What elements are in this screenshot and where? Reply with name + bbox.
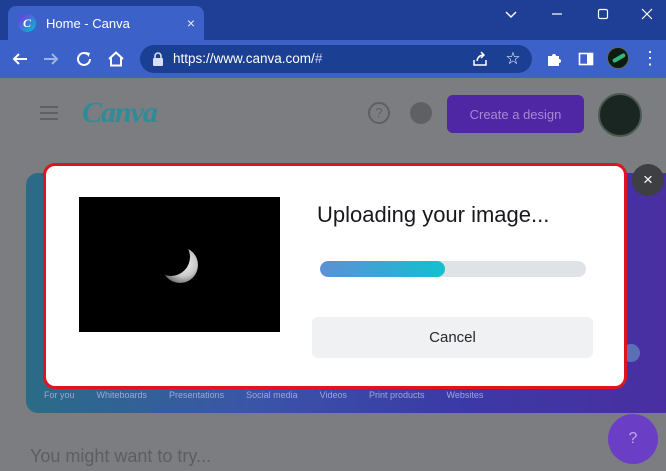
address-toolbar: https://www.canva.com/# ☆ (0, 40, 666, 78)
canva-logo[interactable]: Canva (82, 96, 158, 130)
window-close-icon[interactable] (624, 0, 666, 28)
home-icon[interactable] (105, 48, 127, 70)
more-vert-icon[interactable]: ⋮ (641, 48, 659, 68)
maximize-icon[interactable] (580, 0, 626, 28)
close-dialog-icon[interactable]: × (632, 164, 664, 196)
upload-progress-bar (320, 261, 586, 277)
chevron-down-icon[interactable] (488, 0, 534, 28)
back-arrow-icon[interactable] (9, 48, 31, 70)
create-design-button[interactable]: Create a design (447, 95, 584, 133)
uploading-image-thumbnail (79, 197, 280, 332)
category-item[interactable]: Videos (320, 390, 347, 400)
help-icon[interactable]: ? (368, 102, 390, 124)
upload-progress-fill (320, 261, 446, 277)
section-heading: You might want to try... (30, 446, 212, 466)
forward-arrow-icon[interactable] (40, 48, 62, 70)
profile-avatar[interactable] (607, 47, 629, 69)
upload-title: Uploading your image... (317, 202, 550, 227)
puzzle-icon[interactable] (543, 48, 565, 70)
category-strip: For you Whiteboards Presentations Social… (44, 390, 483, 400)
user-avatar[interactable] (598, 93, 642, 137)
url-text: https://www.canva.com/# (173, 51, 323, 66)
help-fab-button[interactable]: ? (608, 414, 658, 464)
browser-tab[interactable]: C Home - Canva × (8, 6, 204, 40)
star-icon[interactable]: ☆ (503, 49, 523, 69)
url-omnibox[interactable]: https://www.canva.com/# ☆ (140, 45, 532, 73)
reload-icon[interactable] (73, 48, 95, 70)
category-item[interactable]: Websites (447, 390, 484, 400)
category-item[interactable]: Print products (369, 390, 425, 400)
category-item[interactable]: Presentations (169, 390, 224, 400)
share-icon[interactable] (471, 50, 489, 68)
upload-dialog: Uploading your image... Cancel (43, 163, 627, 389)
tab-title: Home - Canva (46, 15, 130, 31)
tab-close-icon[interactable]: × (178, 15, 204, 31)
category-item[interactable]: Whiteboards (97, 390, 148, 400)
cancel-button[interactable]: Cancel (312, 317, 593, 358)
lock-icon[interactable] (150, 51, 166, 67)
category-item[interactable]: Social media (246, 390, 298, 400)
side-panel-icon[interactable] (575, 48, 597, 70)
settings-gear-icon[interactable] (410, 102, 432, 124)
minimize-icon[interactable] (534, 0, 580, 28)
browser-titlebar: C Home - Canva × (0, 0, 666, 40)
moon-image (79, 197, 280, 332)
category-item[interactable]: For you (44, 390, 75, 400)
canva-favicon-icon: C (18, 14, 36, 32)
hamburger-icon[interactable] (40, 106, 58, 120)
